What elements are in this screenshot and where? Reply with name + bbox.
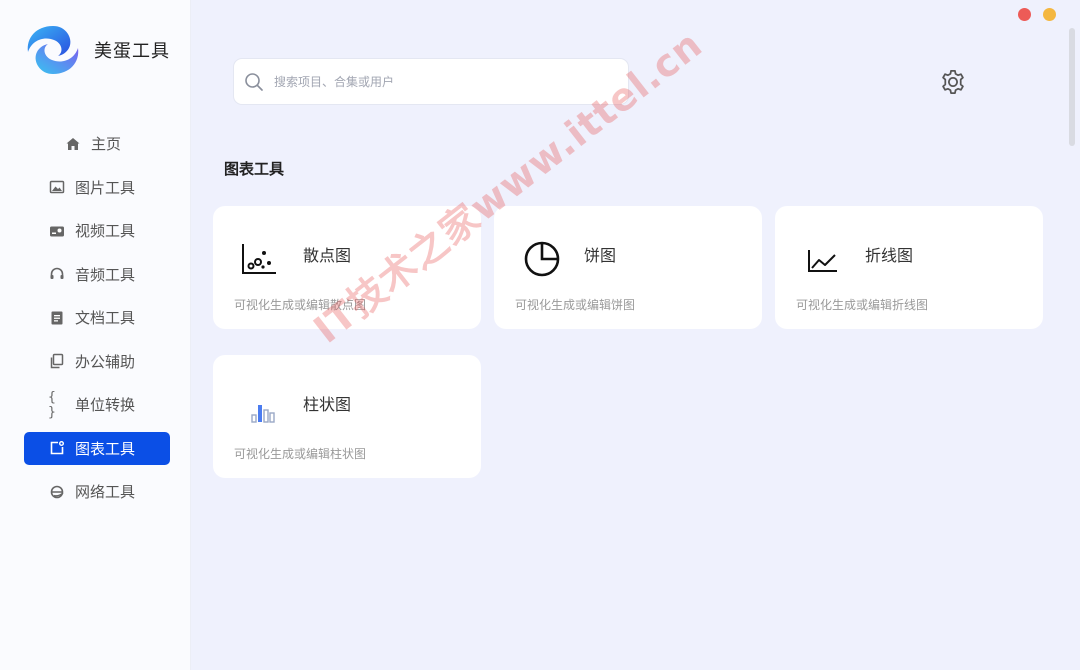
card-description: 可视化生成或编辑折线图 bbox=[796, 298, 929, 312]
card-description: 可视化生成或编辑散点图 bbox=[234, 298, 367, 312]
sidebar-item-label: 网络工具 bbox=[75, 483, 136, 501]
card-title: 散点图 bbox=[303, 246, 352, 265]
card-line-chart[interactable]: 折线图 可视化生成或编辑折线图 bbox=[775, 206, 1043, 329]
app-logo bbox=[27, 26, 79, 74]
card-scatter-chart[interactable]: 散点图 可视化生成或编辑散点图 bbox=[213, 206, 481, 329]
gear-icon[interactable] bbox=[939, 68, 967, 96]
braces-icon: { } bbox=[48, 389, 56, 420]
document-icon bbox=[48, 309, 66, 327]
scrollbar-thumb[interactable] bbox=[1069, 28, 1075, 146]
brand: 美蛋工具 bbox=[22, 22, 170, 78]
search-bar bbox=[233, 58, 629, 105]
video-icon bbox=[48, 222, 66, 240]
search-icon bbox=[245, 72, 263, 91]
chart-tool-icon bbox=[48, 439, 66, 457]
card-description: 可视化生成或编辑柱状图 bbox=[234, 447, 367, 461]
sidebar-item-label: 音频工具 bbox=[75, 265, 136, 284]
sidebar-item-label: 单位转换 bbox=[75, 396, 136, 414]
sidebar-item-document-tools[interactable]: 文档工具 bbox=[24, 301, 170, 334]
sidebar-item-office-assist[interactable]: 办公辅助 bbox=[24, 345, 170, 378]
search-input[interactable] bbox=[272, 73, 606, 90]
line-chart-icon bbox=[808, 250, 837, 272]
card-description: 可视化生成或编辑饼图 bbox=[515, 298, 636, 312]
sidebar-item-chart-tools[interactable]: 图表工具 bbox=[24, 431, 170, 465]
sidebar-item-image-tools[interactable]: 图片工具 bbox=[24, 171, 170, 204]
card-title: 柱状图 bbox=[303, 395, 352, 414]
sidebar-item-video-tools[interactable]: 视频工具 bbox=[24, 214, 170, 247]
sidebar-item-label: 图表工具 bbox=[75, 439, 136, 458]
card-title: 折线图 bbox=[865, 246, 914, 265]
close-window-button[interactable] bbox=[1018, 8, 1031, 21]
section-title: 图表工具 bbox=[224, 160, 285, 178]
headphones-icon bbox=[48, 265, 66, 283]
sidebar-item-network-tools[interactable]: 网络工具 bbox=[24, 475, 170, 508]
sidebar-item-label: 图片工具 bbox=[75, 178, 136, 197]
sidebar-nav: 主页 图片工具 视频工具 音频工具 文档工具 办公辅助 {} 单位转换 图表工… bbox=[24, 127, 170, 519]
bar-chart-icon bbox=[251, 405, 275, 423]
card-title: 饼图 bbox=[584, 246, 617, 265]
image-icon bbox=[48, 178, 66, 196]
pie-chart-icon bbox=[524, 241, 560, 277]
card-bar-chart[interactable]: 柱状图 可视化生成或编辑柱状图 bbox=[213, 355, 481, 478]
card-pie-chart[interactable]: 饼图 可视化生成或编辑饼图 bbox=[494, 206, 762, 329]
scatter-chart-icon bbox=[242, 244, 276, 274]
sidebar-item-home[interactable]: 主页 bbox=[24, 127, 170, 160]
minimize-window-button[interactable] bbox=[1043, 8, 1056, 21]
sidebar: 美蛋工具 主页 图片工具 视频工具 音频工具 文档工具 办公辅助 {} 单位转… bbox=[0, 0, 191, 670]
sidebar-item-label: 主页 bbox=[91, 135, 122, 153]
sidebar-item-label: 视频工具 bbox=[75, 222, 136, 240]
sidebar-item-label: 办公辅助 bbox=[75, 352, 136, 371]
copy-icon bbox=[48, 352, 66, 370]
app-name: 美蛋工具 bbox=[94, 41, 170, 62]
home-icon bbox=[64, 135, 82, 153]
sidebar-item-unit-conversion[interactable]: { } 单位转换 bbox=[24, 388, 170, 421]
sidebar-item-audio-tools[interactable]: 音频工具 bbox=[24, 258, 170, 291]
globe-icon bbox=[48, 483, 66, 501]
sidebar-item-label: 文档工具 bbox=[75, 309, 136, 327]
